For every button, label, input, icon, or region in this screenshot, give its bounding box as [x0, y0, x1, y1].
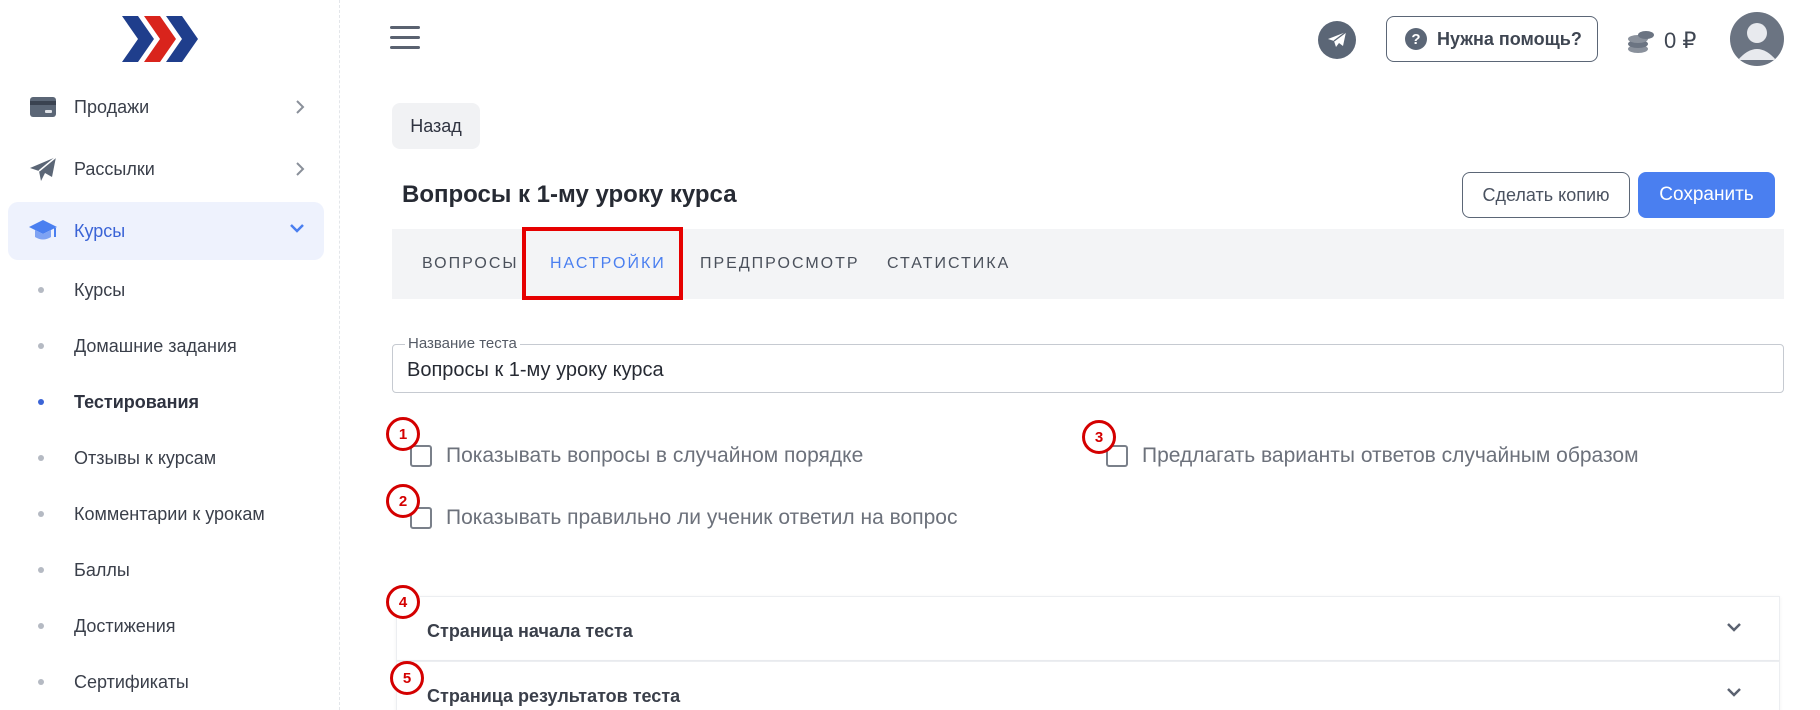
random-questions-option[interactable]: Показывать вопросы в случайном порядке — [410, 441, 863, 471]
bullet-icon — [38, 343, 44, 349]
back-button[interactable]: Назад — [392, 103, 480, 149]
graduation-cap-icon — [28, 216, 58, 246]
random-questions-label: Показывать вопросы в случайном порядке — [446, 444, 864, 467]
random-answers-checkbox[interactable] — [1106, 445, 1128, 467]
sidebar-item-label: Курсы — [74, 220, 126, 241]
sidebar: Продажи Рассылки Курсы Курсы Домашние за… — [0, 0, 340, 710]
bullet-icon — [38, 679, 44, 685]
results-page-section-title: Страница результатов теста — [427, 686, 681, 706]
sidebar-subitem-comments[interactable]: Комментарии к урокам — [38, 494, 265, 534]
save-button[interactable]: Сохранить — [1638, 172, 1775, 218]
chevron-down-icon — [290, 224, 304, 233]
test-name-field: Название теста — [392, 335, 1784, 393]
sidebar-subitem-label: Баллы — [74, 559, 130, 580]
question-icon: ? — [1405, 28, 1427, 50]
tab-preview[interactable]: ПРЕДПРОСМОТР — [700, 229, 860, 299]
tab-settings[interactable]: НАСТРОЙКИ — [550, 229, 666, 299]
page-title: Вопросы к 1-му уроку курса — [402, 181, 737, 208]
sidebar-subitem-label: Тестирования — [74, 391, 200, 412]
chevron-down-icon — [1727, 623, 1741, 632]
bullet-icon — [38, 511, 44, 517]
random-answers-option[interactable]: Предлагать варианты ответов случайным об… — [1106, 441, 1639, 471]
bullet-icon — [38, 399, 44, 405]
menu-toggle-icon[interactable] — [390, 26, 420, 52]
show-correctness-option[interactable]: Показывать правильно ли ученик ответил н… — [410, 503, 957, 533]
sidebar-item-sales[interactable]: Продажи — [8, 78, 324, 136]
sidebar-item-mailings[interactable]: Рассылки — [8, 140, 324, 198]
random-answers-label: Предлагать варианты ответов случайным об… — [1142, 444, 1639, 467]
sidebar-subitem-label: Достижения — [74, 615, 176, 636]
tabs-bar: ВОПРОСЫ НАСТРОЙКИ ПРЕДПРОСМОТР СТАТИСТИК… — [392, 229, 1784, 299]
sidebar-subitem-label: Сертификаты — [74, 671, 189, 692]
sidebar-subitem-homework[interactable]: Домашние задания — [38, 326, 237, 366]
telegram-icon[interactable] — [1318, 21, 1356, 59]
bullet-icon — [38, 567, 44, 573]
chevron-right-icon — [296, 162, 305, 176]
sidebar-subitem-points[interactable]: Баллы — [38, 550, 130, 590]
sidebar-subitem-label: Домашние задания — [74, 335, 237, 356]
tab-questions[interactable]: ВОПРОСЫ — [422, 229, 519, 299]
tab-statistics[interactable]: СТАТИСТИКА — [887, 229, 1010, 299]
chevron-right-icon — [296, 100, 305, 114]
help-button[interactable]: ? Нужна помощь? — [1386, 16, 1598, 62]
random-questions-checkbox[interactable] — [410, 445, 432, 467]
sidebar-subitem-label: Комментарии к урокам — [74, 503, 265, 524]
logo-icon[interactable] — [122, 16, 198, 62]
balance[interactable]: 0 ₽ — [1626, 24, 1696, 58]
bullet-icon — [38, 455, 44, 461]
sidebar-item-label: Продажи — [74, 96, 150, 117]
results-page-section[interactable]: Страница результатов теста — [396, 661, 1780, 710]
user-icon — [1738, 23, 1776, 60]
test-name-label: Название теста — [405, 335, 520, 352]
show-correctness-checkbox[interactable] — [410, 507, 432, 529]
sidebar-subitem-label: Курсы — [74, 279, 126, 300]
start-page-section-title: Страница начала теста — [427, 621, 633, 641]
sidebar-subitem-achievements[interactable]: Достижения — [38, 606, 176, 646]
sidebar-subitem-tests[interactable]: Тестирования — [38, 382, 199, 422]
help-button-label: Нужна помощь? — [1437, 28, 1582, 49]
sidebar-subitem-certificates[interactable]: Сертификаты — [38, 662, 189, 702]
show-correctness-label: Показывать правильно ли ученик ответил н… — [446, 506, 958, 529]
sidebar-subitem-label: Отзывы к курсам — [74, 447, 217, 468]
bullet-icon — [38, 623, 44, 629]
sidebar-subitem-courses[interactable]: Курсы — [38, 270, 125, 310]
sidebar-item-courses[interactable]: Курсы — [8, 202, 324, 260]
paper-plane-icon — [28, 154, 58, 184]
chevron-down-icon — [1727, 688, 1741, 697]
coins-icon — [1628, 31, 1654, 53]
copy-button[interactable]: Сделать копию — [1462, 172, 1630, 218]
start-page-section[interactable]: Страница начала теста — [396, 596, 1780, 661]
avatar[interactable] — [1730, 12, 1784, 66]
sidebar-item-label: Рассылки — [74, 158, 155, 179]
bullet-icon — [38, 287, 44, 293]
test-name-input[interactable] — [407, 357, 1767, 383]
card-icon — [28, 92, 58, 122]
sidebar-subitem-reviews[interactable]: Отзывы к курсам — [38, 438, 216, 478]
balance-value: 0 ₽ — [1664, 28, 1697, 53]
